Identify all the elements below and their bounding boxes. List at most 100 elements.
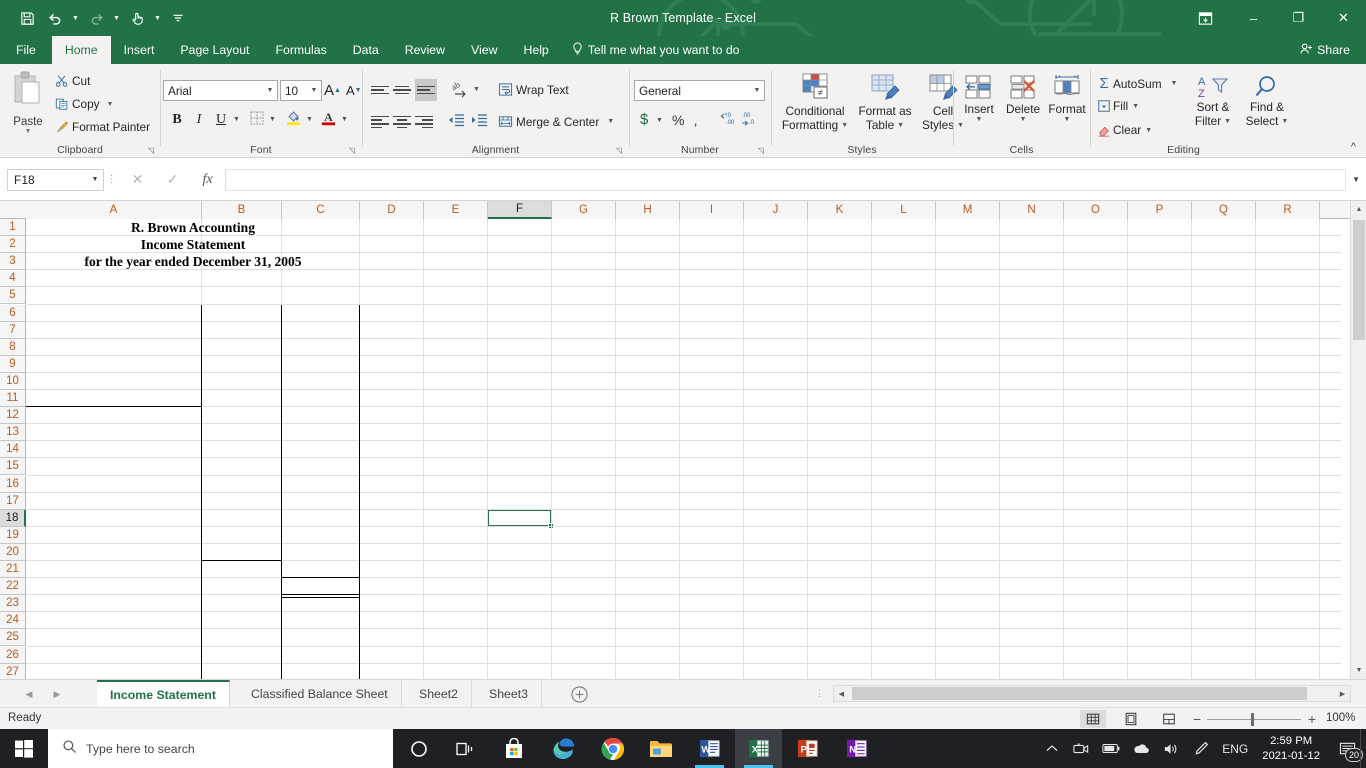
tab-page-layout[interactable]: Page Layout — [167, 36, 262, 64]
percent-button[interactable]: % — [672, 112, 684, 128]
comma-button[interactable]: ‚ — [694, 112, 697, 128]
zoom-in-button[interactable]: + — [1305, 711, 1319, 727]
enter-formula-button[interactable]: ✓ — [155, 168, 190, 192]
paste-button[interactable]: Paste ▼ — [8, 70, 48, 135]
delete-cells-button[interactable]: Delete ▼ — [1002, 74, 1044, 123]
chevron-down-icon[interactable]: ▼ — [1224, 118, 1231, 125]
chevron-down-icon[interactable]: ▼ — [263, 87, 277, 94]
font-color-button[interactable]: A — [320, 109, 337, 126]
horizontal-scroll-thumb[interactable] — [852, 687, 1307, 700]
tab-help[interactable]: Help — [510, 36, 561, 64]
window-controls[interactable]: – ❐ ✕ — [1231, 0, 1366, 36]
word-icon[interactable]: W — [686, 729, 733, 768]
increase-decimal-button[interactable]: .0.00 — [718, 111, 736, 127]
row-header-24[interactable]: 24 — [0, 612, 26, 630]
column-header-N[interactable]: N — [1000, 201, 1064, 219]
chevron-down-icon[interactable]: ▼ — [1020, 116, 1027, 123]
tab-insert[interactable]: Insert — [111, 36, 168, 64]
chevron-down-icon[interactable]: ▼ — [841, 122, 848, 129]
excel-icon[interactable]: X — [735, 729, 782, 768]
column-header-H[interactable]: H — [616, 201, 680, 219]
number-format-combo[interactable]: General ▼ — [634, 80, 765, 101]
row-header-16[interactable]: 16 — [0, 475, 26, 493]
fill-dropdown-icon[interactable]: ▼ — [1132, 103, 1139, 110]
sheet-tab-income-statement[interactable]: Income Statement — [97, 680, 230, 708]
show-desktop-button[interactable] — [1360, 729, 1366, 768]
language-indicator[interactable]: ENG — [1216, 729, 1254, 768]
merge-center-button[interactable]: Merge & Center ▼ — [495, 114, 614, 129]
row-header-9[interactable]: 9 — [0, 355, 26, 373]
align-right-button[interactable] — [415, 113, 433, 131]
row-header-23[interactable]: 23 — [0, 595, 26, 613]
paste-dropdown-icon[interactable]: ▼ — [8, 128, 48, 135]
scroll-down-button[interactable]: ▼ — [1351, 662, 1366, 679]
zoom-slider-track[interactable] — [1207, 719, 1301, 720]
column-header-E[interactable]: E — [424, 201, 488, 219]
column-header-B[interactable]: B — [202, 201, 282, 219]
decrease-indent-button[interactable] — [447, 113, 465, 127]
column-header-Q[interactable]: Q — [1192, 201, 1256, 219]
currency-button[interactable]: $ — [640, 111, 648, 128]
horizontal-scrollbar[interactable]: ◀ ▶ — [833, 685, 1351, 702]
vertical-scrollbar[interactable]: ▲ ▼ — [1350, 201, 1366, 679]
format-cells-button[interactable]: Format ▼ — [1046, 74, 1088, 123]
tab-review[interactable]: Review — [392, 36, 458, 64]
share-button[interactable]: Share — [1291, 38, 1358, 62]
sheet-tab-classified-balance-sheet[interactable]: Classified Balance Sheet — [238, 680, 402, 708]
cortana-icon[interactable] — [395, 729, 442, 768]
orientation-button[interactable]: ab — [451, 80, 469, 98]
column-header-D[interactable]: D — [360, 201, 424, 219]
align-top-button[interactable] — [371, 81, 389, 99]
formula-input[interactable] — [225, 168, 1346, 191]
autosum-dropdown-icon[interactable]: ▼ — [1171, 80, 1178, 87]
tab-data[interactable]: Data — [340, 36, 392, 64]
align-bottom-button[interactable] — [415, 79, 437, 101]
collapse-ribbon-button[interactable]: ^ — [1351, 141, 1356, 153]
search-box[interactable]: Type here to search — [48, 729, 393, 768]
cells-area[interactable]: R. Brown Accounting Income Statement for t… — [26, 219, 1341, 679]
insert-function-button[interactable]: fx — [190, 168, 225, 192]
align-left-button[interactable] — [371, 113, 389, 131]
row-header-20[interactable]: 20 — [0, 543, 26, 561]
scroll-up-button[interactable]: ▲ — [1351, 201, 1366, 218]
chevron-down-icon[interactable]: ▼ — [750, 87, 764, 94]
underline-dropdown-icon[interactable]: ▼ — [233, 116, 240, 123]
tell-me-search[interactable]: Tell me what you want to do — [562, 36, 750, 64]
clock[interactable]: 2:59 PM 2021-01-12 — [1254, 729, 1328, 768]
close-button[interactable]: ✕ — [1321, 0, 1366, 36]
column-header-R[interactable]: R — [1256, 201, 1320, 219]
column-header-C[interactable]: C — [282, 201, 360, 219]
conditional-formatting-button[interactable]: ≠ Conditional Formatting ▼ — [780, 72, 850, 132]
decrease-decimal-button[interactable]: .00.0 — [740, 111, 758, 127]
copy-dropdown-icon[interactable]: ▼ — [107, 101, 114, 108]
row-header-14[interactable]: 14 — [0, 441, 26, 459]
start-button[interactable] — [0, 729, 48, 768]
row-header-4[interactable]: 4 — [0, 270, 26, 288]
row-header-21[interactable]: 21 — [0, 561, 26, 579]
alignment-dialog-launcher[interactable]: ◹ — [616, 146, 622, 155]
clear-button[interactable]: Clear ▼ — [1095, 123, 1152, 137]
borders-dropdown-icon[interactable]: ▼ — [269, 116, 276, 123]
cut-button[interactable]: Cut — [52, 74, 90, 88]
expand-formula-bar-button[interactable]: ▼ — [1352, 175, 1360, 184]
row-header-15[interactable]: 15 — [0, 458, 26, 476]
sheet-tab-sheet2[interactable]: Sheet2 — [406, 680, 472, 708]
column-header-M[interactable]: M — [936, 201, 1000, 219]
find-select-button[interactable]: Find & Select ▼ — [1241, 74, 1293, 128]
add-sheet-button[interactable] — [569, 684, 589, 704]
camera-icon[interactable] — [1066, 729, 1096, 768]
italic-button[interactable]: I — [189, 112, 209, 128]
scroll-left-button[interactable]: ◀ — [834, 686, 849, 701]
column-header-K[interactable]: K — [808, 201, 872, 219]
sheet-tab-sheet3[interactable]: Sheet3 — [476, 680, 542, 708]
font-size-combo[interactable]: 10 ▼ — [280, 80, 322, 101]
sort-filter-button[interactable]: A Z Sort & Filter ▼ — [1187, 74, 1239, 128]
row-header-2[interactable]: 2 — [0, 236, 26, 254]
chevron-down-icon[interactable]: ▼ — [897, 122, 904, 129]
row-header-26[interactable]: 26 — [0, 646, 26, 664]
next-sheet-button[interactable]: ▶ — [46, 685, 68, 703]
vertical-scroll-thumb[interactable] — [1353, 220, 1365, 340]
fill-button[interactable]: Fill ▼ — [1095, 99, 1139, 113]
row-header-1[interactable]: 1 — [0, 219, 26, 237]
fill-color-dropdown-icon[interactable]: ▼ — [306, 116, 313, 123]
